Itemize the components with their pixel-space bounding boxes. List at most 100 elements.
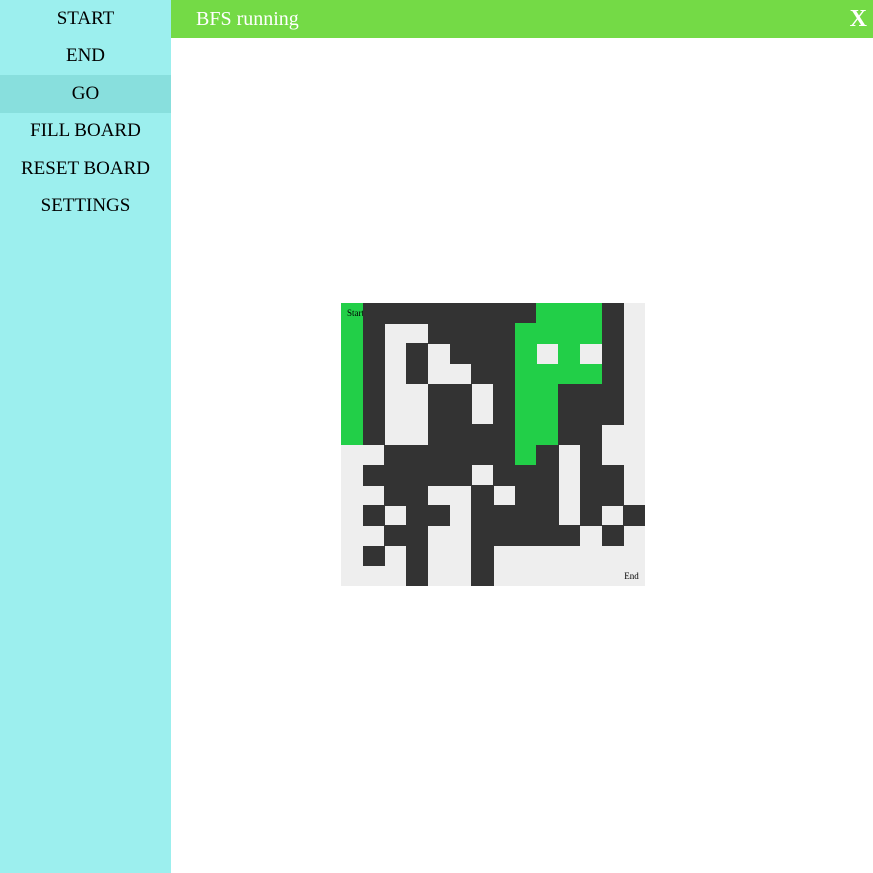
wall-cell[interactable] bbox=[514, 484, 538, 506]
empty-cell[interactable] bbox=[558, 566, 580, 586]
wall-cell[interactable] bbox=[558, 404, 581, 425]
wall-cell[interactable] bbox=[427, 464, 451, 486]
empty-cell[interactable] bbox=[580, 566, 602, 586]
wall-cell[interactable] bbox=[558, 383, 581, 405]
wall-cell[interactable] bbox=[449, 343, 472, 365]
wall-cell[interactable] bbox=[427, 303, 451, 324]
empty-cell[interactable] bbox=[363, 525, 385, 546]
wall-cell[interactable] bbox=[623, 505, 645, 526]
path-cell[interactable] bbox=[536, 303, 559, 324]
empty-cell[interactable] bbox=[623, 525, 645, 546]
wall-cell[interactable] bbox=[514, 525, 538, 547]
wall-cell[interactable] bbox=[536, 525, 559, 547]
wall-cell[interactable] bbox=[493, 363, 516, 385]
wall-cell[interactable] bbox=[362, 343, 386, 365]
wall-cell[interactable] bbox=[493, 343, 516, 365]
empty-cell[interactable] bbox=[363, 566, 385, 586]
empty-cell[interactable] bbox=[558, 445, 580, 466]
empty-cell[interactable] bbox=[384, 384, 406, 405]
empty-cell[interactable] bbox=[623, 465, 645, 486]
wall-cell[interactable] bbox=[406, 505, 429, 526]
wall-cell[interactable] bbox=[427, 505, 451, 526]
empty-cell[interactable] bbox=[471, 384, 493, 405]
empty-cell[interactable] bbox=[341, 445, 363, 466]
empty-cell[interactable] bbox=[341, 546, 363, 567]
wall-cell[interactable] bbox=[362, 424, 386, 446]
wall-cell[interactable] bbox=[406, 484, 429, 506]
empty-cell[interactable] bbox=[406, 404, 428, 425]
menu-start[interactable]: START bbox=[0, 0, 171, 38]
wall-cell[interactable] bbox=[449, 464, 472, 486]
menu-reset-board[interactable]: RESET BOARD bbox=[0, 150, 171, 188]
path-cell[interactable] bbox=[341, 343, 364, 365]
menu-settings[interactable]: SETTINGS bbox=[0, 187, 171, 225]
path-cell[interactable] bbox=[341, 323, 364, 345]
menu-end[interactable]: END bbox=[0, 37, 171, 75]
empty-cell[interactable] bbox=[341, 525, 363, 546]
empty-cell[interactable] bbox=[384, 404, 406, 425]
empty-cell[interactable] bbox=[580, 343, 602, 364]
path-cell[interactable] bbox=[536, 323, 559, 345]
path-cell[interactable] bbox=[558, 343, 581, 365]
empty-cell[interactable] bbox=[602, 546, 624, 567]
wall-cell[interactable] bbox=[493, 404, 516, 425]
empty-cell[interactable] bbox=[428, 566, 450, 586]
empty-cell[interactable] bbox=[363, 485, 385, 506]
wall-cell[interactable] bbox=[579, 404, 603, 425]
wall-cell[interactable] bbox=[362, 363, 386, 385]
empty-cell[interactable] bbox=[602, 424, 624, 445]
empty-cell[interactable] bbox=[450, 485, 472, 506]
wall-cell[interactable] bbox=[427, 383, 451, 405]
empty-cell[interactable] bbox=[450, 525, 472, 546]
empty-cell[interactable] bbox=[623, 303, 645, 324]
wall-cell[interactable] bbox=[449, 404, 472, 425]
wall-cell[interactable] bbox=[471, 545, 494, 567]
empty-cell[interactable] bbox=[493, 566, 515, 586]
wall-cell[interactable] bbox=[579, 383, 603, 405]
wall-cell[interactable] bbox=[601, 303, 624, 324]
empty-cell[interactable] bbox=[384, 424, 406, 445]
path-cell[interactable]: Start bbox=[341, 303, 364, 324]
empty-cell[interactable] bbox=[602, 445, 624, 466]
wall-cell[interactable] bbox=[493, 303, 516, 324]
path-cell[interactable] bbox=[558, 323, 581, 345]
path-cell[interactable] bbox=[536, 363, 559, 385]
empty-cell[interactable] bbox=[471, 465, 493, 486]
empty-cell[interactable] bbox=[428, 525, 450, 546]
wall-cell[interactable] bbox=[362, 505, 386, 526]
empty-cell[interactable] bbox=[406, 424, 428, 445]
empty-cell[interactable] bbox=[450, 364, 472, 385]
path-cell[interactable] bbox=[341, 363, 364, 385]
wall-cell[interactable] bbox=[406, 464, 429, 486]
empty-cell[interactable]: End bbox=[623, 566, 645, 586]
path-cell[interactable] bbox=[558, 363, 581, 385]
wall-cell[interactable] bbox=[362, 383, 386, 405]
empty-cell[interactable] bbox=[515, 546, 537, 567]
empty-cell[interactable] bbox=[406, 323, 428, 344]
empty-cell[interactable] bbox=[580, 546, 602, 567]
empty-cell[interactable] bbox=[623, 424, 645, 445]
wall-cell[interactable] bbox=[471, 343, 494, 365]
empty-cell[interactable] bbox=[623, 404, 645, 425]
path-cell[interactable] bbox=[514, 323, 538, 345]
wall-cell[interactable] bbox=[362, 303, 386, 324]
wall-cell[interactable] bbox=[601, 464, 624, 486]
wall-cell[interactable] bbox=[471, 363, 494, 385]
wall-cell[interactable] bbox=[558, 424, 581, 446]
empty-cell[interactable] bbox=[428, 364, 450, 385]
empty-cell[interactable] bbox=[450, 505, 472, 526]
wall-cell[interactable] bbox=[406, 545, 429, 567]
empty-cell[interactable] bbox=[558, 546, 580, 567]
empty-cell[interactable] bbox=[536, 566, 558, 586]
wall-cell[interactable] bbox=[536, 484, 559, 506]
wall-cell[interactable] bbox=[493, 444, 516, 466]
path-cell[interactable] bbox=[514, 424, 538, 446]
empty-cell[interactable] bbox=[580, 525, 602, 546]
wall-cell[interactable] bbox=[601, 404, 624, 425]
wall-cell[interactable] bbox=[449, 323, 472, 345]
empty-cell[interactable] bbox=[384, 566, 406, 586]
wall-cell[interactable] bbox=[514, 505, 538, 526]
empty-cell[interactable] bbox=[450, 566, 472, 586]
empty-cell[interactable] bbox=[536, 343, 558, 364]
wall-cell[interactable] bbox=[601, 525, 624, 547]
